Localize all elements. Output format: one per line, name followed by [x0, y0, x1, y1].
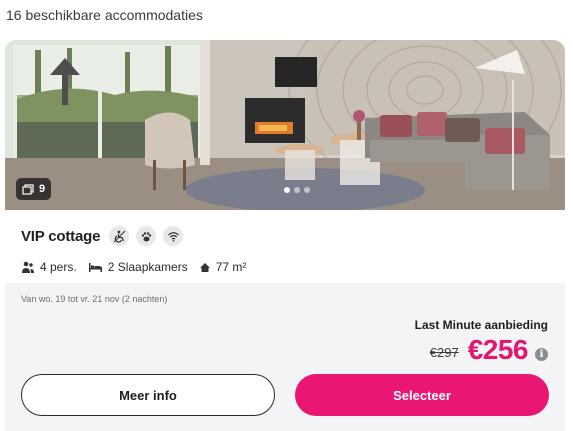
- stay-dates: Van wo. 19 tot vr. 21 nov (2 nachten): [21, 294, 168, 304]
- accommodation-photo[interactable]: 9: [5, 40, 565, 210]
- carousel-dots: [284, 187, 310, 193]
- spec-list: 4 pers. 2 Slaapkamers 77 m²: [21, 260, 257, 274]
- area-label: 77 m²: [215, 260, 247, 274]
- living-room-photo: [5, 40, 565, 210]
- carousel-dot[interactable]: [294, 187, 300, 193]
- accommodation-title[interactable]: VIP cottage: [21, 228, 100, 245]
- old-price: €297: [429, 344, 459, 360]
- price-info-icon[interactable]: i: [535, 347, 548, 361]
- results-count: 16 beschikbare accommodaties: [6, 7, 203, 23]
- accommodation-card: 9 VIP cottage 4 pers. 2 Slaapkamers 77 m…: [5, 40, 565, 431]
- more-info-button[interactable]: Meer info: [21, 374, 275, 416]
- wifi-icon: [163, 226, 183, 246]
- deal-label: Last Minute aanbieding: [414, 318, 548, 332]
- photo-count-badge[interactable]: 9: [16, 178, 52, 200]
- spec-persons: 4 pers.: [21, 260, 77, 274]
- spec-area: 77 m²: [199, 260, 247, 274]
- persons-label: 4 pers.: [40, 260, 77, 274]
- photo-count: 9: [39, 183, 46, 195]
- house-icon: [199, 262, 210, 272]
- paw-icon: [136, 226, 156, 246]
- spec-bedrooms: 2 Slaapkamers: [88, 260, 188, 274]
- bedrooms-label: 2 Slaapkamers: [107, 260, 188, 274]
- new-price: €256: [467, 334, 529, 365]
- bed-icon: [88, 262, 102, 272]
- price-row: €297 €256 i: [430, 334, 548, 366]
- wheelchair-icon: [109, 226, 129, 246]
- carousel-dot[interactable]: [284, 187, 290, 193]
- carousel-dot[interactable]: [304, 187, 310, 193]
- select-button[interactable]: Selecteer: [295, 374, 549, 416]
- amenity-list: [109, 226, 183, 246]
- gallery-icon: [22, 183, 34, 195]
- card-info: VIP cottage 4 pers. 2 Slaapkamers 77 m²: [5, 210, 565, 283]
- persons-icon: [22, 261, 34, 273]
